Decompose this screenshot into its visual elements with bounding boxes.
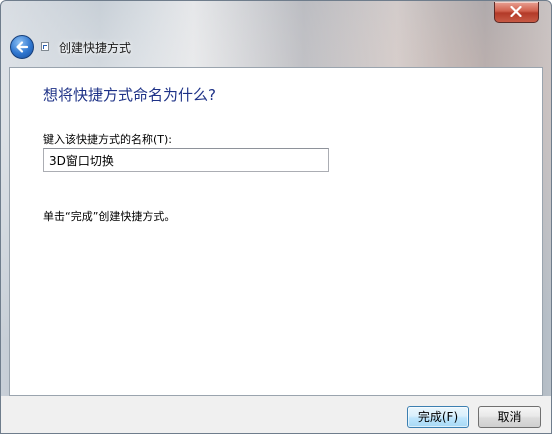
wizard-content: 想将快捷方式命名为什么? 键入该快捷方式的名称(T): 单击“完成”创建快捷方式… [9, 67, 543, 396]
shortcut-icon [41, 42, 49, 51]
window-title: 创建快捷方式 [59, 41, 132, 55]
title-bar: 创建快捷方式 [1, 1, 551, 67]
instruction-text: 单击“完成”创建快捷方式。 [43, 210, 176, 223]
close-button[interactable] [494, 2, 539, 23]
name-field-label: 键入该快捷方式的名称(T): [43, 133, 173, 146]
back-button[interactable] [10, 35, 34, 59]
finish-button[interactable]: 完成(F) [407, 406, 469, 428]
cancel-button[interactable]: 取消 [478, 406, 541, 428]
button-bar: 完成(F) 取消 [1, 396, 551, 433]
page-title: 想将快捷方式命名为什么? [43, 86, 216, 104]
close-icon [510, 6, 522, 17]
back-arrow-icon [16, 41, 29, 53]
create-shortcut-window: 创建快捷方式 想将快捷方式命名为什么? 键入该快捷方式的名称(T): 单击“完成… [0, 0, 552, 434]
shortcut-name-input[interactable] [43, 148, 329, 172]
